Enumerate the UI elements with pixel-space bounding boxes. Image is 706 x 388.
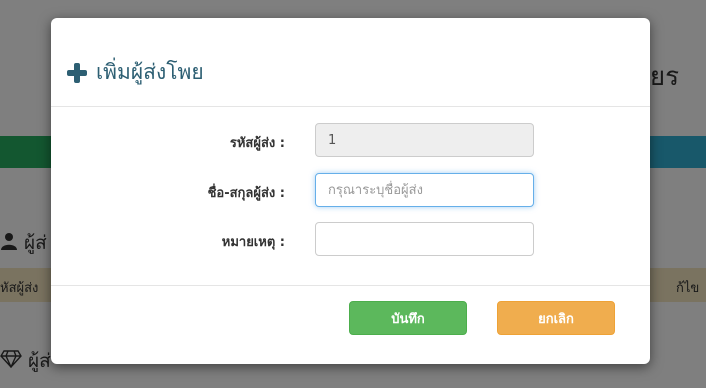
modal-body: รหัสผู้ส่ง : ชื่อ-สกุลผู้ส่ง : หมายเหตุ … — [51, 107, 650, 285]
add-sender-modal: เพิ่มผู้ส่งโพย รหัสผู้ส่ง : ชื่อ-สกุลผู้… — [51, 18, 650, 364]
cancel-button[interactable]: ยกเลิก — [497, 301, 615, 335]
modal-title-text: เพิ่มผู้ส่งโพย — [96, 60, 204, 84]
sender-id-label: รหัสผู้ส่ง : — [229, 136, 285, 151]
form-row-sender-name: ชื่อ-สกุลผู้ส่ง : — [51, 173, 650, 207]
form-row-sender-id: รหัสผู้ส่ง : — [51, 123, 650, 157]
sender-name-input[interactable] — [315, 173, 534, 207]
note-label: หมายเหตุ : — [221, 235, 285, 250]
sender-id-input[interactable] — [315, 123, 534, 157]
note-input[interactable] — [315, 222, 534, 256]
form-row-note: หมายเหตุ : — [51, 222, 650, 256]
modal-header: เพิ่มผู้ส่งโพย — [51, 18, 650, 107]
save-button[interactable]: บันทึก — [349, 301, 467, 335]
sender-name-label: ชื่อ-สกุลผู้ส่ง : — [207, 186, 285, 201]
plus-icon — [66, 62, 88, 84]
modal-title: เพิ่มผู้ส่งโพย — [66, 56, 204, 89]
modal-footer: บันทึก ยกเลิก — [51, 285, 650, 364]
